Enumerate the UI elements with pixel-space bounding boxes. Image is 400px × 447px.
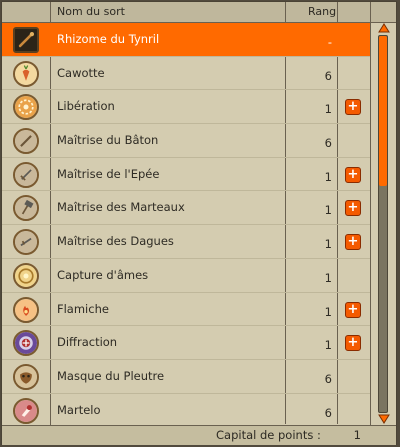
spell-rank: 6 [324, 136, 332, 151]
staff-icon [13, 27, 39, 53]
liberation-icon [13, 94, 39, 121]
spell-name: Maîtrise de l'Epée [57, 166, 160, 181]
spell-panel: Nom du sort Rang Rhizome du Tynril - Cawot… [1, 1, 397, 445]
spell-rank: 1 [324, 102, 332, 117]
spell-row[interactable]: Maîtrise des Marteaux 1 + [2, 191, 370, 226]
spell-name: Maîtrise des Dagues [57, 234, 174, 249]
spell-row[interactable]: Maîtrise des Dagues 1 + [2, 225, 370, 259]
spell-name: Cawotte [57, 65, 105, 80]
spell-rank: 1 [324, 338, 332, 353]
spell-row[interactable]: Masque du Pleutre 6 [2, 360, 370, 394]
spell-rank: 1 [324, 169, 332, 184]
spell-name: Libération [57, 99, 115, 114]
upgrade-button[interactable]: + [345, 234, 361, 251]
spell-rank: 1 [324, 237, 332, 252]
scroll-up-arrow-icon[interactable] [378, 23, 390, 33]
scrollbar-track[interactable] [378, 35, 388, 413]
spell-row[interactable]: Cawotte 6 [2, 57, 370, 91]
spell-row[interactable]: Maîtrise du Bâton 6 [2, 124, 370, 158]
spell-rank: 1 [324, 203, 332, 218]
carrot-icon [13, 60, 39, 87]
spell-row[interactable]: Maîtrise de l'Epée 1 + [2, 158, 370, 192]
spell-row[interactable]: Diffraction 1 + [2, 326, 370, 360]
scrollbar-thumb[interactable] [379, 36, 387, 186]
spell-name: Flamiche [57, 301, 109, 316]
column-header-name[interactable]: Nom du sort [57, 2, 125, 22]
upgrade-button[interactable]: + [345, 200, 361, 217]
scroll-down-arrow-icon[interactable] [378, 414, 390, 424]
spell-name: Masque du Pleutre [57, 368, 165, 383]
staff-mastery-icon [13, 128, 39, 155]
soul-capture-icon [13, 262, 39, 289]
spell-name: Rhizome du Tynril [57, 32, 160, 46]
spell-rank: 6 [324, 405, 332, 420]
spell-row[interactable]: Capture d'âmes 1 [2, 259, 370, 293]
spell-rank: 6 [324, 371, 332, 386]
column-divider [370, 2, 371, 444]
mask-icon [13, 363, 39, 390]
upgrade-button[interactable]: + [345, 99, 361, 116]
column-header-rank[interactable]: Rang [308, 2, 336, 22]
upgrade-button[interactable]: + [345, 301, 361, 318]
sword-mastery-icon [13, 161, 39, 188]
dagger-mastery-icon [13, 229, 39, 256]
spell-name: Capture d'âmes [57, 267, 149, 282]
martelo-icon [13, 397, 39, 424]
points-footer: Capital de points : 1 [2, 425, 396, 445]
points-value: 1 [353, 428, 361, 442]
spell-rank: - [327, 35, 332, 49]
spell-name: Martelo [57, 402, 101, 417]
spell-row[interactable]: Rhizome du Tynril - [2, 23, 370, 57]
spell-name: Maîtrise du Bâton [57, 133, 159, 148]
spell-row[interactable]: Flamiche 1 + [2, 293, 370, 327]
spell-rank: 6 [324, 68, 332, 83]
upgrade-button[interactable]: + [345, 335, 361, 352]
points-label: Capital de points : [216, 428, 321, 442]
flame-icon [13, 296, 39, 323]
scrollbar[interactable] [372, 23, 396, 424]
diffraction-icon [13, 330, 39, 357]
spell-row[interactable]: Libération 1 + [2, 90, 370, 125]
spell-list: Rhizome du Tynril - Cawotte 6 Libération 1 + Ma… [2, 23, 370, 428]
spell-name: Maîtrise des Marteaux [57, 200, 185, 215]
spell-name: Diffraction [57, 335, 118, 350]
spell-rank: 1 [324, 304, 332, 319]
upgrade-button[interactable]: + [345, 166, 361, 183]
spell-rank: 1 [324, 270, 332, 285]
spell-row[interactable]: Martelo 6 [2, 394, 370, 428]
hammer-mastery-icon [13, 195, 39, 222]
